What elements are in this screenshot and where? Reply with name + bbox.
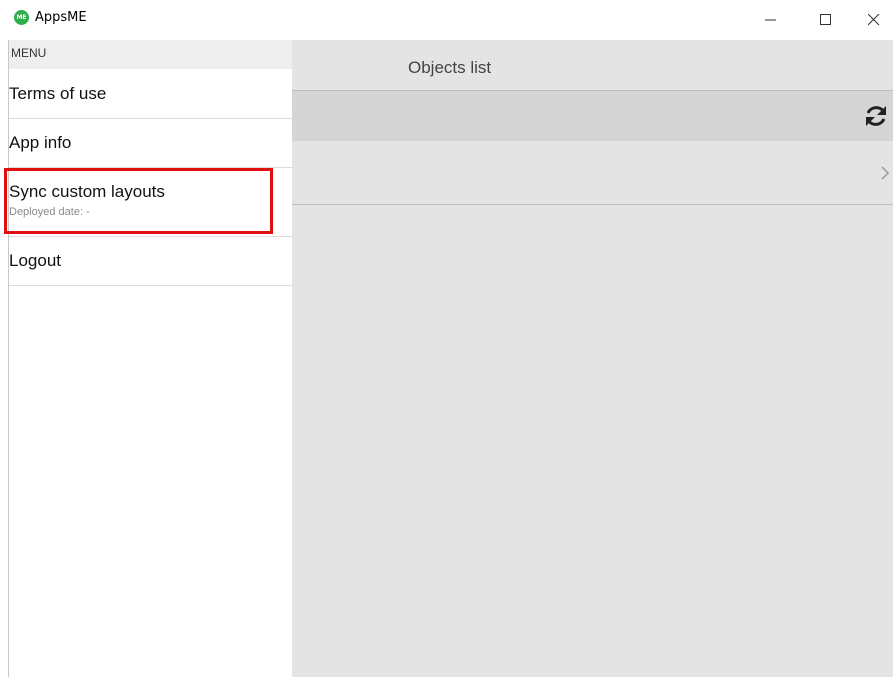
menu-item-app-info[interactable]: App info	[9, 119, 292, 167]
page-title: Objects list	[408, 58, 492, 77]
menu-header-label: MENU	[11, 46, 47, 60]
menu-header: MENU	[9, 40, 292, 69]
close-button[interactable]	[851, 0, 893, 40]
list-row[interactable]	[292, 141, 893, 205]
app-logo-icon: ME	[14, 10, 29, 25]
minimize-icon	[765, 19, 776, 21]
menu-item-label: App info	[9, 133, 72, 152]
maximize-button[interactable]	[803, 0, 849, 40]
main-content: Objects list	[292, 40, 893, 677]
highlight-box	[4, 168, 273, 234]
window-title: AppsME	[35, 10, 87, 25]
maximize-icon	[820, 14, 831, 25]
menu-panel: MENU Terms of use App info Sync custom l…	[9, 40, 292, 677]
toolbar	[292, 91, 893, 141]
main-header: Objects list	[292, 40, 893, 91]
row-divider	[292, 204, 893, 205]
sync-button[interactable]	[862, 102, 890, 130]
menu-item-logout[interactable]: Logout	[9, 237, 292, 285]
close-icon	[868, 14, 880, 26]
chevron-right-icon	[881, 166, 890, 180]
sync-icon	[866, 106, 886, 126]
menu-divider	[9, 285, 292, 286]
menu-item-terms-of-use[interactable]: Terms of use	[9, 69, 292, 118]
menu-item-label: Logout	[9, 251, 61, 270]
menu-item-label: Terms of use	[9, 84, 107, 103]
title-bar: ME AppsME	[0, 0, 893, 40]
minimize-button[interactable]	[748, 0, 794, 40]
